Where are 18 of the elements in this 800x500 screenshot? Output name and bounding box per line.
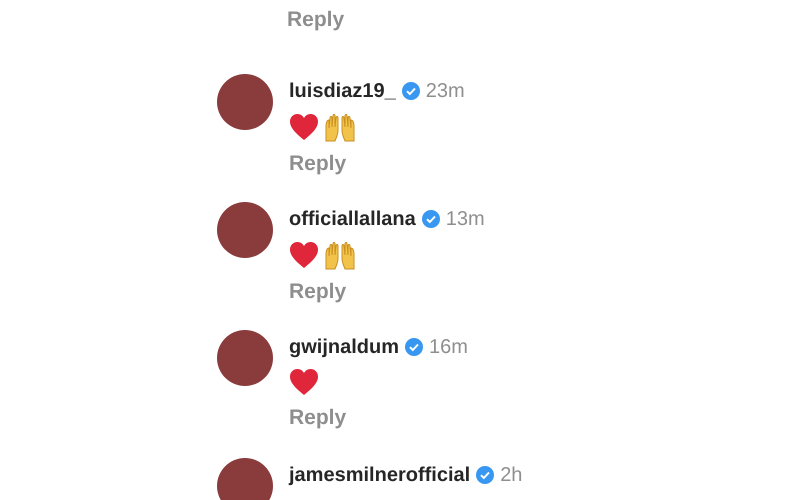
- username[interactable]: gwijnaldum: [289, 332, 399, 362]
- comment-time: 13m: [446, 206, 485, 232]
- verified-badge-icon: [476, 466, 494, 484]
- heart-icon: [289, 112, 319, 140]
- verified-badge-icon: [405, 338, 423, 356]
- username[interactable]: luisdiaz19_: [289, 76, 396, 106]
- raised-hands-icon: [323, 240, 357, 270]
- verified-badge-icon: [402, 82, 420, 100]
- heart-icon: [289, 240, 319, 268]
- username[interactable]: jamesmilnerofficial: [289, 460, 470, 490]
- avatar[interactable]: [217, 458, 273, 500]
- username[interactable]: officiallallana: [289, 204, 416, 234]
- comment-time: 16m: [429, 334, 468, 360]
- comment-time: 23m: [426, 78, 465, 104]
- raised-hands-icon: [323, 112, 357, 142]
- comment-time: 2h: [500, 462, 522, 488]
- verified-badge-icon: [422, 210, 440, 228]
- heart-icon: [289, 368, 319, 396]
